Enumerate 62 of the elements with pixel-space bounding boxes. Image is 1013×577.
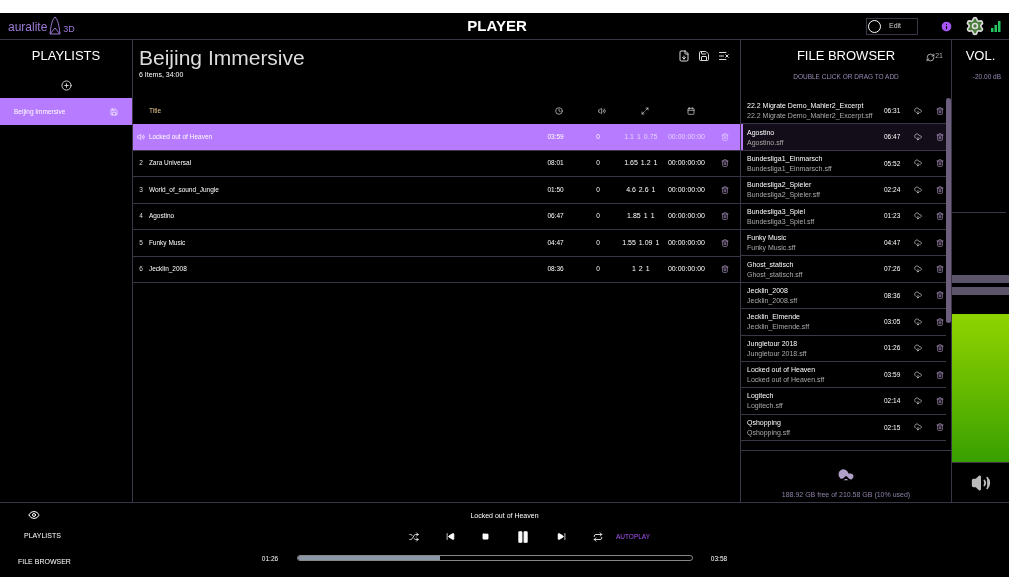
calendar-icon	[687, 107, 695, 115]
info-icon[interactable]	[940, 19, 953, 33]
cloud-icon[interactable]	[914, 344, 922, 353]
delete-icon[interactable]	[936, 159, 944, 168]
cloud-icon[interactable]	[914, 317, 922, 326]
clear-list-icon[interactable]	[718, 50, 730, 62]
delete-icon[interactable]	[936, 106, 944, 115]
logo-icon	[48, 16, 63, 36]
panel-title: VOL.	[965, 47, 996, 66]
delete-icon[interactable]	[721, 212, 730, 221]
delete-icon[interactable]	[721, 265, 730, 274]
delete-icon[interactable]	[936, 370, 944, 379]
refresh-icon[interactable]	[926, 52, 936, 62]
logo-text: auralite	[8, 19, 48, 36]
delete-icon[interactable]	[936, 291, 944, 300]
selection-indicator	[741, 124, 743, 150]
previous-icon[interactable]	[445, 532, 455, 541]
delete-icon[interactable]	[721, 185, 730, 194]
cloud-icon[interactable]	[914, 133, 922, 142]
save-icon[interactable]	[698, 50, 710, 62]
cloud-icon[interactable]	[914, 397, 922, 405]
delete-icon[interactable]	[936, 265, 944, 274]
app-title: PLAYER	[467, 17, 527, 34]
clock-icon	[555, 107, 563, 115]
cloud-icon[interactable]	[914, 212, 922, 221]
add-playlist-icon[interactable]	[60, 79, 72, 91]
repeat-icon[interactable]	[592, 531, 603, 542]
signal-icon	[991, 20, 1001, 32]
progress-bar[interactable]	[296, 555, 693, 562]
delete-icon[interactable]	[936, 212, 944, 221]
pause-icon[interactable]	[515, 529, 530, 544]
shuffle-icon[interactable]	[408, 531, 419, 542]
speaker-icon[interactable]	[970, 472, 991, 493]
delete-icon[interactable]	[936, 397, 944, 405]
cloud-icon[interactable]	[914, 185, 922, 194]
next-icon[interactable]	[556, 532, 566, 541]
resize-icon	[641, 107, 649, 115]
cloud-icon[interactable]	[914, 159, 922, 168]
playlist-title: Beijing Immersive	[139, 46, 305, 70]
level-marker	[952, 287, 1009, 295]
panel-title: FILE BROWSER	[796, 47, 896, 66]
eye-icon[interactable]	[28, 509, 40, 521]
panel-title: PLAYLISTS	[31, 47, 101, 66]
stop-icon[interactable]	[481, 533, 489, 540]
logo-suffix: 3D	[63, 22, 75, 36]
cloud-icon[interactable]	[914, 423, 922, 432]
cloud-icon[interactable]	[914, 291, 922, 300]
level-marker	[952, 275, 1009, 283]
delete-icon[interactable]	[936, 423, 944, 432]
delete-icon[interactable]	[936, 185, 944, 194]
delete-icon[interactable]	[936, 317, 944, 326]
delete-icon[interactable]	[721, 238, 730, 247]
cloud-icon[interactable]	[914, 370, 922, 379]
cloud-icon[interactable]	[914, 106, 922, 115]
volume-icon	[598, 107, 606, 115]
delete-icon[interactable]	[936, 133, 944, 142]
cloud-icon[interactable]	[914, 238, 922, 247]
cloud-icon[interactable]	[914, 265, 922, 274]
settings-icon[interactable]	[965, 16, 985, 36]
delete-icon[interactable]	[936, 344, 944, 353]
delete-icon[interactable]	[936, 238, 944, 247]
delete-icon[interactable]	[721, 159, 730, 168]
